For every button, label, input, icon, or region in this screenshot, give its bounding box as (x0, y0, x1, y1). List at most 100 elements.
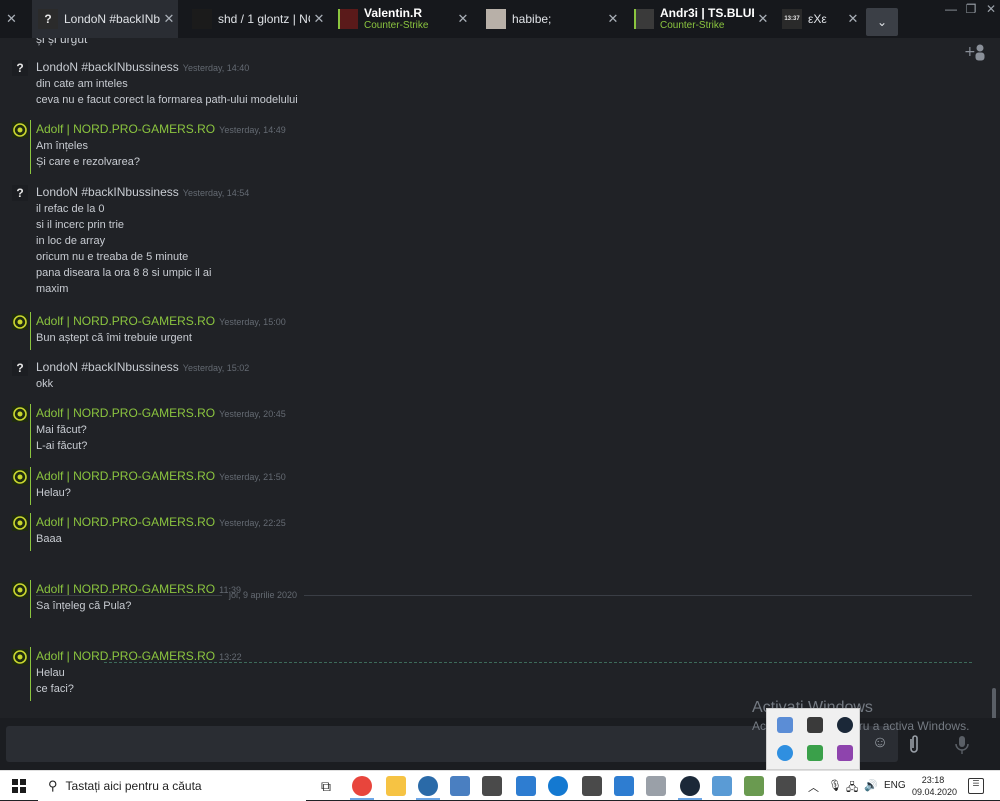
task-view-icon[interactable]: ⧉ (316, 776, 336, 796)
taskbar-app-icon[interactable] (516, 776, 536, 796)
taskbar-search[interactable]: ⚲ Tastați aici pentru a căuta (38, 771, 306, 801)
chat-tab[interactable]: Valentin.R Counter-Strike ✕ (332, 0, 472, 38)
close-tab-icon[interactable]: ✕ (604, 11, 622, 27)
message-line: pana diseara la ora 8 8 si umpic il ai (36, 267, 212, 279)
microphone-icon[interactable]: 🎙 (828, 779, 842, 792)
close-tab-icon[interactable]: ✕ (310, 11, 328, 27)
chat-tab-label: εΧε (808, 12, 827, 26)
message-header: Adolf | NORD.PRO-GAMERS.RO 13:22 (36, 649, 242, 663)
user-avatar[interactable] (12, 649, 28, 665)
chat-log[interactable]: și și urgut ? LondoN #backINbussiness Yest… (0, 38, 1000, 718)
user-avatar[interactable] (12, 469, 28, 485)
tray-app-icon[interactable] (777, 745, 793, 761)
message-timestamp: Yesterday, 15:00 (219, 317, 286, 327)
message-line: și și urgut (36, 38, 88, 46)
microphone-icon[interactable] (950, 732, 974, 758)
tabs-dropdown-button[interactable]: ⌄ (866, 8, 898, 36)
language-indicator[interactable]: ENG (884, 780, 906, 791)
message-line: maxim (36, 283, 69, 295)
message-line: Helau? (36, 487, 71, 499)
user-avatar[interactable] (12, 406, 28, 422)
teamviewer-icon[interactable] (548, 776, 568, 796)
user-avatar[interactable] (12, 314, 28, 330)
message-author[interactable]: Adolf | NORD.PRO-GAMERS.RO (36, 469, 215, 483)
file-explorer-icon[interactable] (386, 776, 406, 796)
volume-icon[interactable]: 🔊 (864, 779, 878, 792)
message-author[interactable]: LondoN #backINbussiness (36, 185, 179, 199)
chat-tab-label: Valentin.R (364, 6, 423, 20)
chat-tab[interactable]: habibe; ✕ (480, 0, 622, 38)
unknown-avatar[interactable]: ? (12, 185, 28, 201)
close-tab-icon[interactable]: ✕ (754, 11, 772, 27)
search-icon: ⚲ (48, 778, 58, 793)
windows-start-icon[interactable] (12, 779, 26, 793)
chat-message: Adolf | NORD.PRO-GAMERS.RO Yesterday, 14:… (0, 120, 980, 174)
chat-message: Adolf | NORD.PRO-GAMERS.RO Yesterday, 22:… (0, 513, 980, 551)
message-author[interactable]: Adolf | NORD.PRO-GAMERS.RO (36, 122, 215, 136)
tray-app-icon[interactable] (807, 745, 823, 761)
unknown-avatar[interactable]: ? (12, 360, 28, 376)
teamspeak-icon[interactable] (418, 776, 438, 796)
counter-strike-icon[interactable] (482, 776, 502, 796)
message-line: in loc de array (36, 235, 106, 247)
clock-date: 09.04.2020 (912, 787, 958, 797)
chat-tab-text: shd / 1 glontz | NORD (218, 12, 310, 26)
in-game-indicator (30, 120, 31, 174)
message-author[interactable]: Adolf | NORD.PRO-GAMERS.RO (36, 314, 215, 328)
unknown-avatar[interactable]: ? (12, 60, 28, 76)
close-tab-icon[interactable]: ✕ (844, 11, 862, 27)
chat-tab-label: shd / 1 glontz | NORD (218, 12, 310, 26)
in-game-indicator (30, 647, 31, 701)
message-author[interactable]: Adolf | NORD.PRO-GAMERS.RO (36, 649, 215, 663)
chat-message: Adolf | NORD.PRO-GAMERS.RO Yesterday, 15:… (0, 312, 980, 350)
chat-tab[interactable]: Andr3i | TS.BLUEGCounter-Strike✕ (628, 0, 772, 38)
chat-tab[interactable]: ? LondoN #backINbussiness✕ (32, 0, 178, 38)
steam-icon[interactable] (680, 776, 700, 796)
maximize-icon[interactable]: ❐ (962, 2, 980, 18)
minimize-icon[interactable]: — (942, 2, 960, 18)
chat-tab[interactable]: shd / 1 glontz | NORD✕ (186, 0, 328, 38)
message-line: Și care e rezolvarea? (36, 156, 140, 168)
user-avatar[interactable] (12, 122, 28, 138)
user-avatar[interactable] (12, 515, 28, 531)
message-timestamp: Yesterday, 22:25 (219, 518, 286, 528)
counter-strike-icon[interactable] (776, 776, 796, 796)
network-icon[interactable]: 🖧 (846, 779, 858, 798)
emoji-icon[interactable]: ☺ (870, 734, 890, 756)
chat-message: ? LondoN #backINbussiness Yesterday, 14:54… (0, 183, 980, 301)
chrome-icon[interactable] (352, 776, 372, 796)
avatar: ? (38, 9, 58, 29)
message-author[interactable]: Adolf | NORD.PRO-GAMERS.RO (36, 406, 215, 420)
taskbar-app-icon[interactable] (712, 776, 732, 796)
close-tab-icon[interactable]: ✕ (454, 11, 472, 27)
message-line: Am înțeles (36, 140, 88, 152)
pen-icon[interactable] (837, 745, 853, 761)
counter-strike-icon[interactable] (582, 776, 602, 796)
steam-icon[interactable] (837, 717, 853, 733)
chat-message: ? LondoN #backINbussiness Yesterday, 15:02… (0, 358, 980, 396)
chevron-up-icon[interactable]: ︿ (808, 779, 819, 795)
attach-icon[interactable] (904, 734, 924, 756)
message-body: Helau ce faci? (36, 665, 74, 697)
nvidia-icon[interactable] (807, 717, 823, 733)
user-avatar[interactable] (12, 582, 28, 598)
taskbar-clock[interactable]: 23:18 09.04.2020 (912, 774, 958, 798)
message-author[interactable]: Adolf | NORD.PRO-GAMERS.RO (36, 515, 215, 529)
chat-tab[interactable]: 13:37 εΧε ✕ (776, 0, 862, 38)
message-author[interactable]: LondoN #backINbussiness (36, 60, 179, 74)
taskbar-app-icon[interactable] (646, 776, 666, 796)
chat-tab-label: LondoN #backINbussiness (64, 12, 160, 26)
day-divider-label: joi, 9 aprilie 2020 (229, 590, 298, 600)
message-header: LondoN #backINbussiness Yesterday, 14:40 (36, 60, 249, 74)
tray-app-icon[interactable] (777, 717, 793, 733)
message-author[interactable]: LondoN #backINbussiness (36, 360, 179, 374)
notification-icon[interactable]: ☰ (968, 778, 984, 794)
taskbar-app-icon[interactable] (744, 776, 764, 796)
taskbar-app-icon[interactable] (450, 776, 470, 796)
window-close-icon[interactable]: ✕ (982, 2, 1000, 18)
chat-scrollbar[interactable] (992, 688, 996, 718)
close-tab-icon[interactable]: ✕ (160, 11, 178, 27)
message-timestamp: 13:22 (219, 652, 242, 662)
close-icon[interactable]: ✕ (6, 11, 17, 27)
taskbar-app-icon[interactable] (614, 776, 634, 796)
